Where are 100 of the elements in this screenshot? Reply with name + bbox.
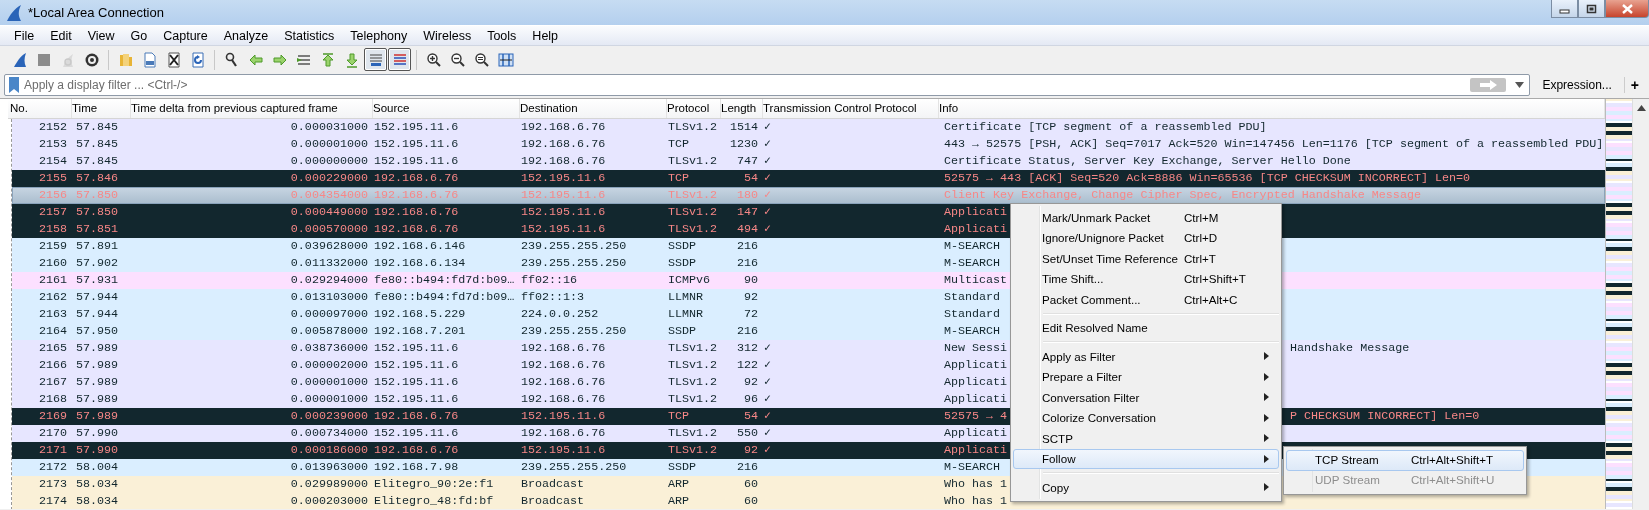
packet-time: 57.989 [75, 340, 120, 357]
column-header[interactable]: Protocol [667, 99, 721, 118]
packet-number: 2156 [37, 187, 68, 204]
menu-item[interactable]: File [6, 26, 43, 45]
menu-item[interactable]: Capture [155, 26, 216, 45]
time-delta: 0.000001000 [289, 374, 369, 391]
filter-input[interactable]: Apply a display filter ... <Ctrl-/> [24, 78, 1471, 92]
document-cross-icon [165, 51, 182, 68]
packet-length: 747 [735, 153, 759, 170]
packet-length: 92 [742, 289, 759, 306]
time-delta: 0.005878000 [289, 323, 369, 340]
add-button[interactable]: + [1623, 77, 1645, 93]
packet-info: 52575 → 443 [ACK] Seq=520 Ack=8886 Win=65536 [TCP CHECKSUM INCORRECT] Len=0 [944, 171, 1471, 185]
maximize-button[interactable] [1578, 0, 1605, 18]
destination-address: 192.168.6.76 [521, 425, 607, 442]
destination-address: Broadcast [521, 476, 586, 493]
protocol-name: ARP [668, 493, 691, 509]
time-delta: 0.011332000 [289, 255, 369, 272]
column-header[interactable]: No. [8, 99, 72, 118]
folder-icon [117, 51, 134, 68]
source-address: 152.195.11.6 [374, 374, 460, 391]
column-header[interactable]: Destination [520, 99, 667, 118]
packet-number: 2171 [37, 442, 68, 459]
check-mark: ✓ [764, 409, 772, 423]
packet-info: M-SEARCH [944, 460, 1001, 474]
destination-address: ff02::16 [521, 272, 579, 289]
packet-length: 72 [742, 306, 759, 323]
column-header[interactable]: Time delta from previous captured frame [131, 99, 373, 118]
time-delta: 0.000000000 [289, 153, 369, 170]
packet-time: 57.850 [75, 204, 120, 221]
packet-length: 60 [742, 493, 759, 509]
packet-time: 57.944 [75, 289, 120, 306]
toolbar-button[interactable] [388, 48, 411, 71]
destination-address: 239.255.255.250 [521, 238, 628, 255]
packet-info: Applicati [944, 205, 1008, 219]
column-header[interactable]: Time [72, 99, 131, 118]
packet-row[interactable]: 2153 57.845 0.000001000 152.195.11.6 192.168.6.76 TCP 1230 ✓ 443 → 52575 [PSH, ACK] Seq=7017 Ack=520 Win=147456 Len=1176 [TCP segment of a reassembled PDU] [12, 136, 1605, 153]
packet-info: P CHECKSUM INCORRECT] Len=0 [1290, 408, 1480, 425]
packet-number: 2162 [37, 289, 68, 306]
protocol-name: TLSv1.2 [668, 391, 719, 408]
packet-number: 2163 [37, 306, 68, 323]
caret-icon[interactable] [1515, 82, 1525, 88]
menu-item[interactable]: Colorize Conversation [1013, 407, 1279, 428]
menu-item[interactable]: Edit [42, 26, 80, 45]
packet-number: 2160 [37, 255, 68, 272]
packet-row[interactable]: 2152 57.845 0.000031000 152.195.11.6 192.168.6.76 TLSv1.2 1514 ✓ Certificate [TCP segment of a reassembled PDU] [12, 119, 1605, 136]
menu-item[interactable]: Follow [1013, 448, 1279, 469]
menu-item[interactable]: View [79, 26, 123, 45]
protocol-name: ICMPv6 [668, 272, 712, 289]
menu-item[interactable]: Telephony [342, 26, 416, 45]
packet-number: 2155 [37, 170, 68, 187]
close-button[interactable] [1605, 0, 1649, 18]
packet-time: 57.845 [75, 119, 120, 136]
close-icon [1621, 3, 1633, 14]
menu-item[interactable]: Wireless [415, 26, 480, 45]
zoom-in-icon [425, 51, 442, 68]
packet-info: New Sessi [944, 341, 1008, 355]
packet-row[interactable]: 2155 57.846 0.000229000 192.168.6.76 152.195.11.6 TCP 54 ✓ 52575 → 443 [ACK] Seq=520 Ack=8886 Win=65536 [TCP CHECKSUM INCORRECT] Len=0 [12, 170, 1605, 187]
packet-number: 2153 [37, 136, 68, 153]
menu-item[interactable]: Analyze [215, 26, 277, 45]
filter-field[interactable]: Apply a display filter ... <Ctrl-/> [4, 74, 1531, 96]
packet-time: 57.845 [75, 153, 120, 170]
menu-item[interactable]: Tools [479, 26, 525, 45]
protocol-name: TLSv1.2 [668, 221, 719, 238]
packet-info: 52575 → 4 [944, 409, 1008, 423]
source-address: Elitegro_48:fd:bf [374, 493, 495, 509]
source-address: 192.168.6.76 [374, 204, 460, 221]
packet-number: 2164 [37, 323, 68, 340]
submenu-arrow-icon [1263, 393, 1269, 402]
destination-address: 192.168.6.76 [521, 340, 607, 357]
column-header[interactable]: Length [721, 99, 763, 118]
column-header[interactable]: Transmission Control Protocol [763, 99, 939, 118]
packet-length: 92 [742, 442, 759, 459]
submenu-arrow-icon [1263, 372, 1269, 381]
time-delta: 0.000186000 [289, 442, 369, 459]
protocol-name: SSDP [668, 323, 698, 340]
packet-length: 122 [735, 357, 759, 374]
expression-button[interactable]: Expression... [1536, 78, 1618, 92]
reload-icon [189, 51, 206, 68]
packet-row[interactable]: 2154 57.845 0.000000000 152.195.11.6 192.168.6.76 TLSv1.2 747 ✓ Certificate Status, Server Key Exchange, Server Hello Done [12, 153, 1605, 170]
packet-time: 57.845 [75, 136, 120, 153]
scroll-up-icon[interactable] [1636, 105, 1646, 111]
toolbar-button[interactable] [364, 48, 387, 71]
packet-length: 216 [735, 255, 759, 272]
menu-item[interactable]: Help [524, 26, 567, 45]
destination-address: 192.168.6.76 [521, 374, 607, 391]
check-mark: ✓ [764, 392, 772, 406]
menu-item[interactable]: Go [122, 26, 156, 45]
scrollbar[interactable] [1632, 99, 1649, 509]
time-delta: 0.038736000 [289, 340, 369, 357]
destination-address: 192.168.6.76 [521, 136, 607, 153]
menu-item[interactable]: Statistics [276, 26, 343, 45]
destination-address: 192.168.6.76 [521, 357, 607, 374]
source-address: 192.168.6.76 [374, 221, 460, 238]
menu-item[interactable]: TCP Stream Ctrl+Alt+Shift+T [1286, 450, 1524, 471]
packet-length: 54 [742, 408, 759, 425]
source-address: 192.168.6.146 [374, 238, 467, 255]
destination-address: 224.0.0.252 [521, 306, 600, 323]
column-header[interactable]: Source [373, 99, 520, 118]
source-address: 152.195.11.6 [374, 119, 460, 136]
